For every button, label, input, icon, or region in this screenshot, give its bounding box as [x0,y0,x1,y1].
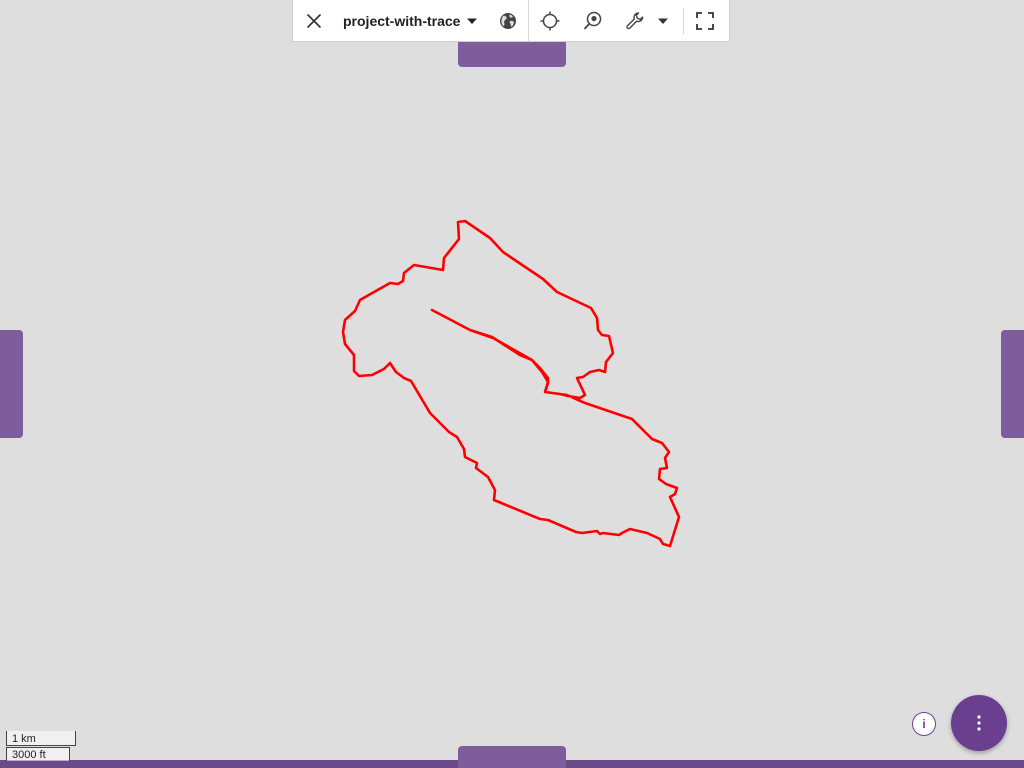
crosshair-icon [540,11,560,30]
scale-imperial: 3000 ft [6,747,70,761]
project-selector[interactable]: project-with-trace [335,0,486,42]
more-vert-icon [977,715,981,731]
map-canvas[interactable] [0,0,1024,768]
fullscreen-button[interactable] [684,0,726,42]
locate-button[interactable] [529,0,571,42]
more-actions-fab[interactable] [951,695,1007,751]
map-pin-search-icon [584,11,602,30]
map-svg [341,219,681,548]
scale-metric: 1 km [6,731,76,746]
gps-trace-loop [341,219,681,548]
main-toolbar: project-with-trace [292,0,730,42]
app-root: project-with-trace 1 km 3000 ft i [0,0,1024,768]
tools-menu-button[interactable] [615,0,675,42]
close-icon [306,13,322,28]
info-icon: i [922,717,926,731]
fullscreen-icon [696,11,715,30]
project-name: project-with-trace [343,12,461,29]
info-button[interactable]: i [912,712,936,736]
caret-down-icon [467,18,478,24]
caret-down-icon [658,18,669,24]
left-drawer-handle[interactable] [0,330,23,438]
basemap-button[interactable] [488,0,528,42]
bottom-drawer-handle[interactable] [458,746,566,768]
top-drawer-handle[interactable] [458,42,566,67]
close-button[interactable] [293,0,335,42]
globe-icon [500,12,517,29]
search-location-button[interactable] [571,0,615,42]
right-drawer-handle[interactable] [1001,330,1024,438]
wrench-icon [626,11,644,29]
